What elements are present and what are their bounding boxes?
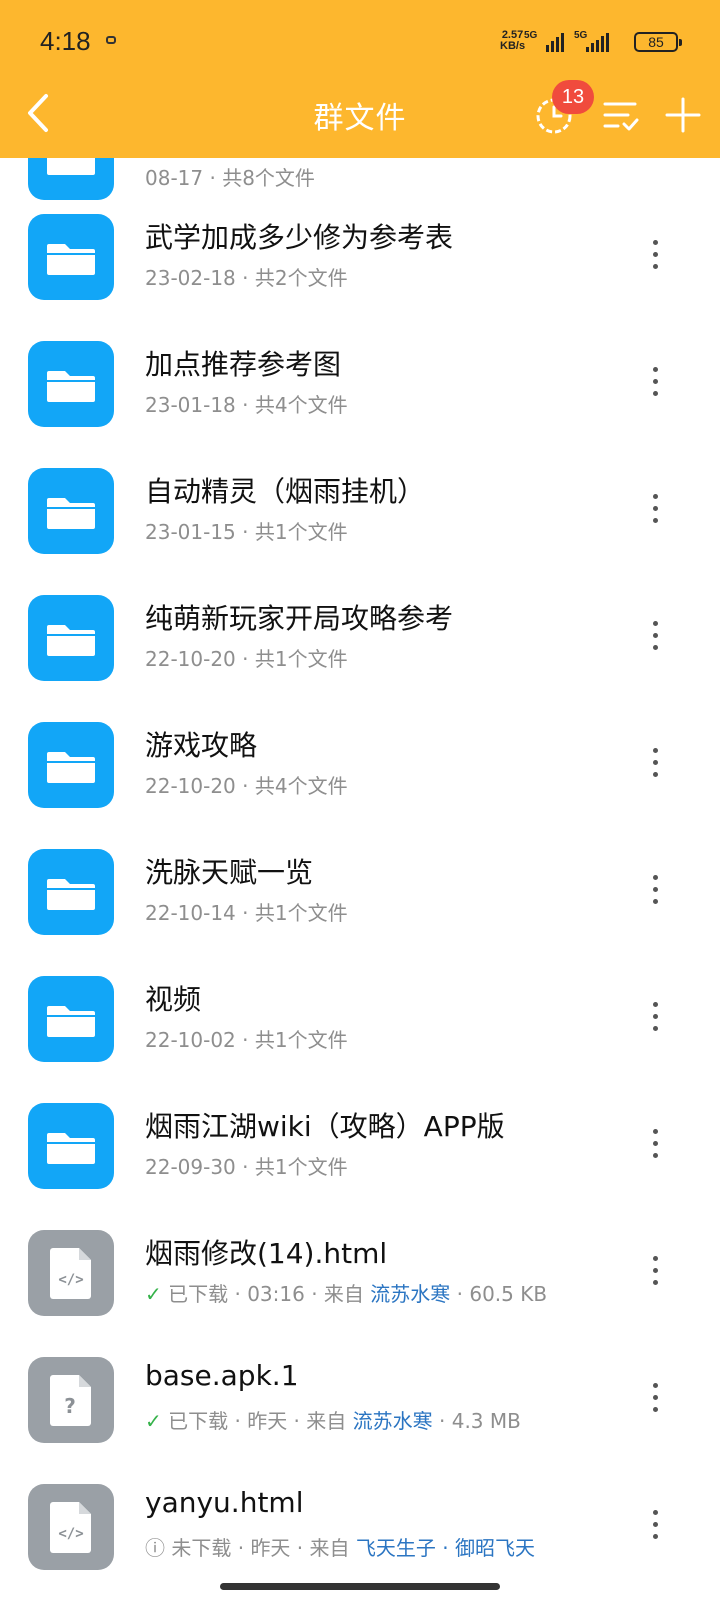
list-item[interactable]: 烟雨江湖wiki（攻略）APP版 22-09-30 · 共1个文件 — [0, 1079, 720, 1207]
file-meta: 22-10-14 · 共1个文件 — [145, 901, 348, 925]
sort-icon[interactable] — [602, 98, 640, 134]
svg-text:</>: </> — [58, 1526, 83, 1542]
file-name: 视频 — [145, 983, 202, 1016]
list-item[interactable]: 加点推荐参考图 23-01-18 · 共4个文件 — [0, 317, 720, 445]
file-meta: 22-09-30 · 共1个文件 — [145, 1155, 348, 1179]
downloaded-check-icon: ✓ — [145, 1282, 162, 1306]
list-item[interactable]: 视频 22-10-02 · 共1个文件 — [0, 952, 720, 1080]
file-meta: 23-01-18 · 共4个文件 — [145, 393, 348, 417]
list-item[interactable]: </> 烟雨修改(14).html ✓ 已下载 · 03:16 · 来自 流苏水… — [0, 1206, 720, 1334]
add-icon[interactable] — [664, 96, 702, 134]
app-header: 4:18 2.57 KB/s 5G 5G 85 群文件 13 — [0, 0, 720, 158]
file-meta: 22-10-02 · 共1个文件 — [145, 1028, 348, 1052]
more-options-icon[interactable] — [650, 240, 662, 270]
folder-icon — [28, 214, 114, 300]
downloaded-check-icon: ✓ — [145, 1409, 162, 1433]
file-meta: 22-10-20 · 共1个文件 — [145, 647, 348, 671]
file-meta: ⓘ 未下载 · 昨天 · 来自 飞天生子 · 御昭飞天 — [145, 1536, 535, 1560]
file-name: 自动精灵（烟雨挂机） — [145, 475, 426, 508]
file-meta: 08-17 · 共8个文件 — [145, 166, 315, 190]
more-options-icon[interactable] — [650, 621, 662, 651]
more-options-icon[interactable] — [650, 875, 662, 905]
list-item[interactable]: 游戏攻略 22-10-20 · 共4个文件 — [0, 698, 720, 826]
status-bar: 4:18 2.57 KB/s 5G 5G 85 — [0, 0, 720, 80]
file-meta: ✓ 已下载 · 昨天 · 来自 流苏水寒 · 4.3 MB — [145, 1409, 521, 1433]
more-options-icon[interactable] — [650, 494, 662, 524]
more-options-icon[interactable] — [650, 1256, 662, 1286]
file-name: 加点推荐参考图 — [145, 348, 342, 381]
notification-icon — [106, 36, 116, 44]
signal-icon: 5G — [524, 30, 574, 52]
more-options-icon[interactable] — [650, 1510, 662, 1540]
file-name: 纯萌新玩家开局攻略参考 — [145, 602, 454, 635]
list-item[interactable]: 自动精灵（烟雨挂机） 23-01-15 · 共1个文件 — [0, 444, 720, 572]
folder-icon — [28, 722, 114, 808]
file-name: 武学加成多少修为参考表 — [145, 221, 454, 254]
signal-icon: 5G — [574, 30, 624, 52]
notification-badge: 13 — [552, 80, 594, 114]
folder-icon — [28, 341, 114, 427]
list-item[interactable]: </> yanyu.html ⓘ 未下载 · 昨天 · 来自 飞天生子 · 御昭… — [0, 1460, 720, 1572]
more-options-icon[interactable] — [650, 1002, 662, 1032]
file-meta: ✓ 已下载 · 03:16 · 来自 流苏水寒 · 60.5 KB — [145, 1282, 548, 1306]
code-file-icon: </> — [28, 1484, 114, 1570]
folder-icon — [28, 849, 114, 935]
list-item[interactable]: 纯萌新玩家开局攻略参考 22-10-20 · 共1个文件 — [0, 571, 720, 699]
sender-link[interactable]: 流苏水寒 — [353, 1409, 433, 1433]
sender-link[interactable]: 飞天生子 · 御昭飞天 — [356, 1536, 535, 1560]
sender-link[interactable]: 流苏水寒 — [370, 1282, 450, 1306]
svg-text:</>: </> — [58, 1272, 83, 1288]
folder-icon — [28, 595, 114, 681]
code-file-icon: </> — [28, 1230, 114, 1316]
file-name: 烟雨江湖wiki（攻略）APP版 — [145, 1110, 505, 1143]
folder-icon — [28, 976, 114, 1062]
file-meta: 22-10-20 · 共4个文件 — [145, 774, 348, 798]
list-item[interactable]: 洗脉天赋一览 22-10-14 · 共1个文件 — [0, 825, 720, 953]
folder-icon — [28, 468, 114, 554]
list-item[interactable]: ? base.apk.1 ✓ 已下载 · 昨天 · 来自 流苏水寒 · 4.3 … — [0, 1333, 720, 1461]
file-name: 洗脉天赋一览 — [145, 856, 314, 889]
folder-icon — [28, 1103, 114, 1189]
more-options-icon[interactable] — [650, 1129, 662, 1159]
status-time: 4:18 — [40, 26, 91, 56]
file-name: yanyu.html — [145, 1486, 304, 1519]
unknown-file-icon: ? — [28, 1357, 114, 1443]
more-options-icon[interactable] — [650, 1383, 662, 1413]
group-file-list[interactable]: 08-17 · 共8个文件 武学加成多少修为参考表 23-02-18 · 共2个… — [0, 0, 720, 1572]
not-downloaded-icon: ⓘ — [145, 1536, 165, 1560]
svg-text:?: ? — [64, 1394, 76, 1418]
file-meta: 23-02-18 · 共2个文件 — [145, 266, 348, 290]
more-options-icon[interactable] — [650, 367, 662, 397]
list-item[interactable]: 武学加成多少修为参考表 23-02-18 · 共2个文件 — [0, 190, 720, 318]
more-options-icon[interactable] — [650, 748, 662, 778]
file-name: base.apk.1 — [145, 1359, 299, 1392]
network-speed: 2.57 KB/s — [500, 29, 526, 52]
home-indicator[interactable] — [220, 1583, 500, 1590]
file-name: 烟雨修改(14).html — [145, 1237, 388, 1270]
file-meta: 23-01-15 · 共1个文件 — [145, 520, 348, 544]
battery-icon: 85 — [634, 32, 682, 52]
file-name: 游戏攻略 — [145, 729, 258, 762]
